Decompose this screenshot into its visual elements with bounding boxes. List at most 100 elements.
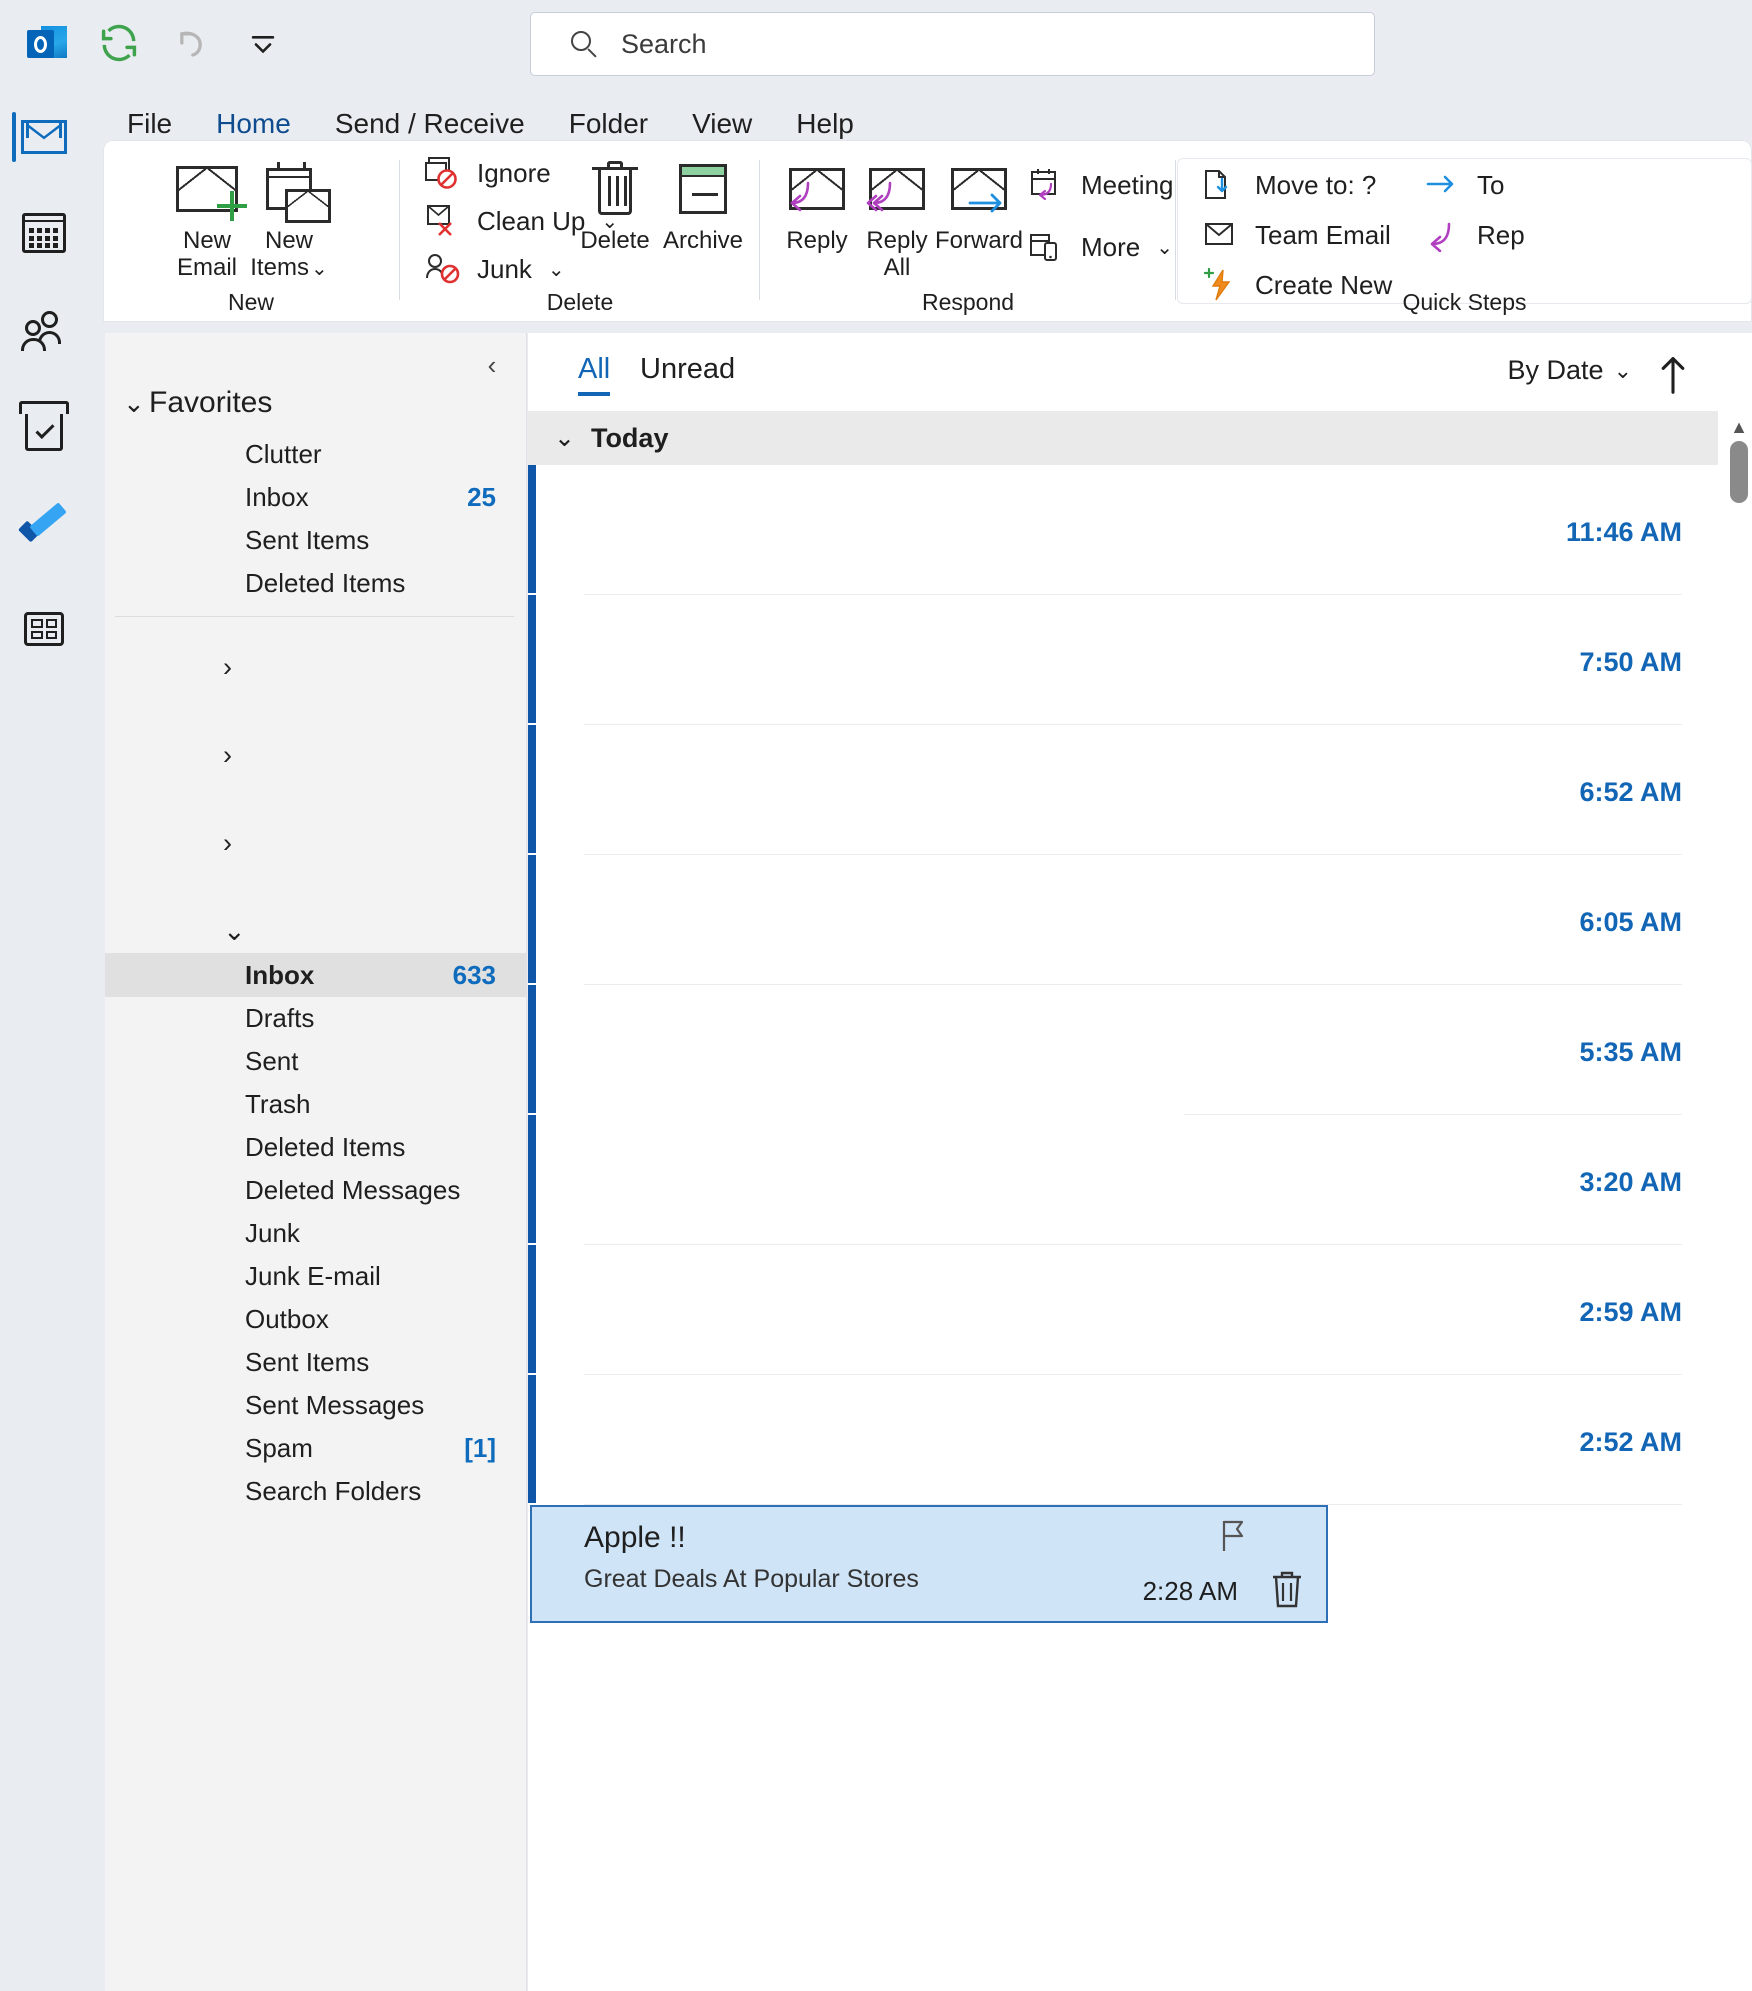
folder-item-deleted-messages[interactable]: Deleted Messages <box>105 1169 526 1212</box>
more-respond-button[interactable]: More ⌄ <box>1029 230 1173 264</box>
team-email-button[interactable]: Team Email <box>1203 218 1391 252</box>
chevron-down-icon: ⌄ <box>1613 357 1632 383</box>
folder-item-trash[interactable]: Trash <box>105 1083 526 1126</box>
unread-indicator <box>528 465 536 593</box>
message-list-scrollbar[interactable]: ▲ <box>1726 417 1752 1991</box>
folder-item-junk-email[interactable]: Junk E-mail <box>105 1255 526 1298</box>
forward-button[interactable]: Forward <box>923 154 1035 255</box>
to-manager-button[interactable]: To <box>1425 168 1504 202</box>
scrollbar-track[interactable] <box>1732 417 1746 1991</box>
folder-item-sent-items[interactable]: Sent Items <box>105 1341 526 1384</box>
rail-item-todo[interactable] <box>0 488 88 570</box>
archive-label: Archive <box>662 227 744 254</box>
message-list: All Unread By Date ⌄ ⌄ Today 11:46 AM 7:… <box>528 333 1752 1991</box>
chevron-down-icon: ⌄ <box>123 387 145 418</box>
folder-name: Search Folders <box>245 1476 422 1506</box>
rail-item-calendar[interactable] <box>0 192 88 274</box>
outlook-logo-icon[interactable] <box>22 18 72 68</box>
favorite-item-sent-items[interactable]: Sent Items <box>105 519 526 562</box>
rail-item-mail[interactable] <box>0 96 88 178</box>
send-receive-all-icon[interactable] <box>94 18 144 68</box>
sort-direction-button[interactable] <box>1656 353 1690 395</box>
folder-item-inbox[interactable]: Inbox 633 <box>105 953 526 997</box>
new-items-button[interactable]: New Items ⌄ <box>233 154 345 282</box>
reply-and-delete-button[interactable]: Rep <box>1425 218 1525 253</box>
team-email-icon <box>1203 218 1241 252</box>
customize-quick-access-toolbar-icon[interactable] <box>238 18 288 68</box>
folder-pane-divider <box>115 616 514 617</box>
folder-item-deleted-items[interactable]: Deleted Items <box>105 1126 526 1169</box>
favorite-item-clutter[interactable]: Clutter <box>105 433 526 476</box>
folder-name: Deleted Messages <box>245 1175 461 1205</box>
move-to-button[interactable]: Move to: ? <box>1203 168 1376 202</box>
account-group-3[interactable]: › <box>105 799 526 887</box>
ribbon: New Email New Items ⌄ New Ignore Clean U… <box>103 140 1752 322</box>
meeting-label: Meeting <box>1081 169 1174 200</box>
mail-icon <box>21 120 67 154</box>
search-box[interactable] <box>530 12 1375 76</box>
message-subject: Apple !! <box>584 1521 686 1554</box>
folder-item-sent-messages[interactable]: Sent Messages <box>105 1384 526 1427</box>
favorites-header[interactable]: ⌄ Favorites <box>105 375 526 431</box>
reply-and-delete-label: Rep <box>1477 219 1525 250</box>
rail-item-more-apps[interactable] <box>0 588 88 670</box>
filter-unread[interactable]: Unread <box>640 353 735 396</box>
message-row[interactable]: 2:52 AM <box>528 1375 1718 1505</box>
folder-item-junk[interactable]: Junk <box>105 1212 526 1255</box>
ribbon-group-quick-steps: Move to: ? Team Email Create New To Rep … <box>1177 140 1752 322</box>
unread-indicator <box>528 1375 536 1503</box>
folder-item-outbox[interactable]: Outbox <box>105 1298 526 1341</box>
new-items-icon <box>266 162 331 223</box>
favorite-item-deleted-items[interactable]: Deleted Items <box>105 562 526 605</box>
clean-up-icon <box>425 204 463 238</box>
message-time: 7:50 AM <box>1579 647 1682 677</box>
scroll-up-arrow-icon[interactable]: ▲ <box>1730 417 1748 437</box>
more-label: More <box>1081 231 1141 262</box>
flag-icon[interactable] <box>1218 1519 1250 1553</box>
folder-name: Sent Items <box>245 1347 370 1377</box>
message-row[interactable]: 3:20 AM <box>528 1115 1718 1245</box>
team-email-label: Team Email <box>1255 219 1391 250</box>
junk-button[interactable]: Junk ⌄ <box>425 252 565 286</box>
folder-item-sent[interactable]: Sent <box>105 1040 526 1083</box>
reply-arrow-icon <box>1425 218 1463 253</box>
ribbon-separator <box>759 160 760 300</box>
new-email-label-1: New <box>182 227 231 254</box>
message-row[interactable]: 6:52 AM <box>528 725 1718 855</box>
message-row[interactable]: 11:46 AM <box>528 465 1718 595</box>
folder-item-search-folders[interactable]: Search Folders <box>105 1470 526 1513</box>
folder-item-spam[interactable]: Spam [1] <box>105 1427 526 1470</box>
scrollbar-thumb[interactable] <box>1730 441 1748 503</box>
message-list-filter-bar: All Unread By Date ⌄ <box>528 333 1752 411</box>
message-row[interactable]: 5:35 AM <box>528 985 1718 1115</box>
meeting-button[interactable]: Meeting <box>1029 168 1174 202</box>
filter-all[interactable]: All <box>578 353 611 396</box>
folder-name: Deleted Items <box>245 568 406 598</box>
message-row[interactable]: 2:59 AM <box>528 1245 1718 1375</box>
ignore-label: Ignore <box>477 157 551 188</box>
search-input[interactable] <box>621 28 1358 60</box>
ribbon-group-respond-label: Respond <box>921 289 1015 315</box>
rail-item-people[interactable] <box>0 290 88 372</box>
account-group-2[interactable]: › <box>105 711 526 799</box>
message-group-label: Today <box>590 422 669 453</box>
message-row-selected[interactable]: Apple !! Great Deals At Popular Stores 2… <box>530 1505 1328 1623</box>
message-time: 5:35 AM <box>1579 1037 1682 1067</box>
unread-indicator <box>528 595 536 723</box>
favorite-item-inbox[interactable]: Inbox 25 <box>105 476 526 519</box>
undo-icon[interactable] <box>166 18 216 68</box>
ignore-button[interactable]: Ignore <box>425 156 551 190</box>
rail-item-tasks[interactable] <box>0 388 88 470</box>
archive-button[interactable]: Archive <box>647 154 759 255</box>
account-group-1[interactable]: › <box>105 623 526 711</box>
message-group-today[interactable]: ⌄ Today <box>528 411 1718 465</box>
delete-message-icon[interactable] <box>1270 1569 1304 1609</box>
sort-by-button[interactable]: By Date ⌄ <box>1508 355 1632 386</box>
message-row[interactable]: 7:50 AM <box>528 595 1718 725</box>
folder-count: 25 <box>467 482 496 512</box>
chevron-right-icon: › <box>223 739 232 770</box>
message-row[interactable]: 6:05 AM <box>528 855 1718 985</box>
to-manager-label: To <box>1477 169 1505 200</box>
folder-item-drafts[interactable]: Drafts <box>105 997 526 1040</box>
reply-all-icon <box>866 168 925 212</box>
